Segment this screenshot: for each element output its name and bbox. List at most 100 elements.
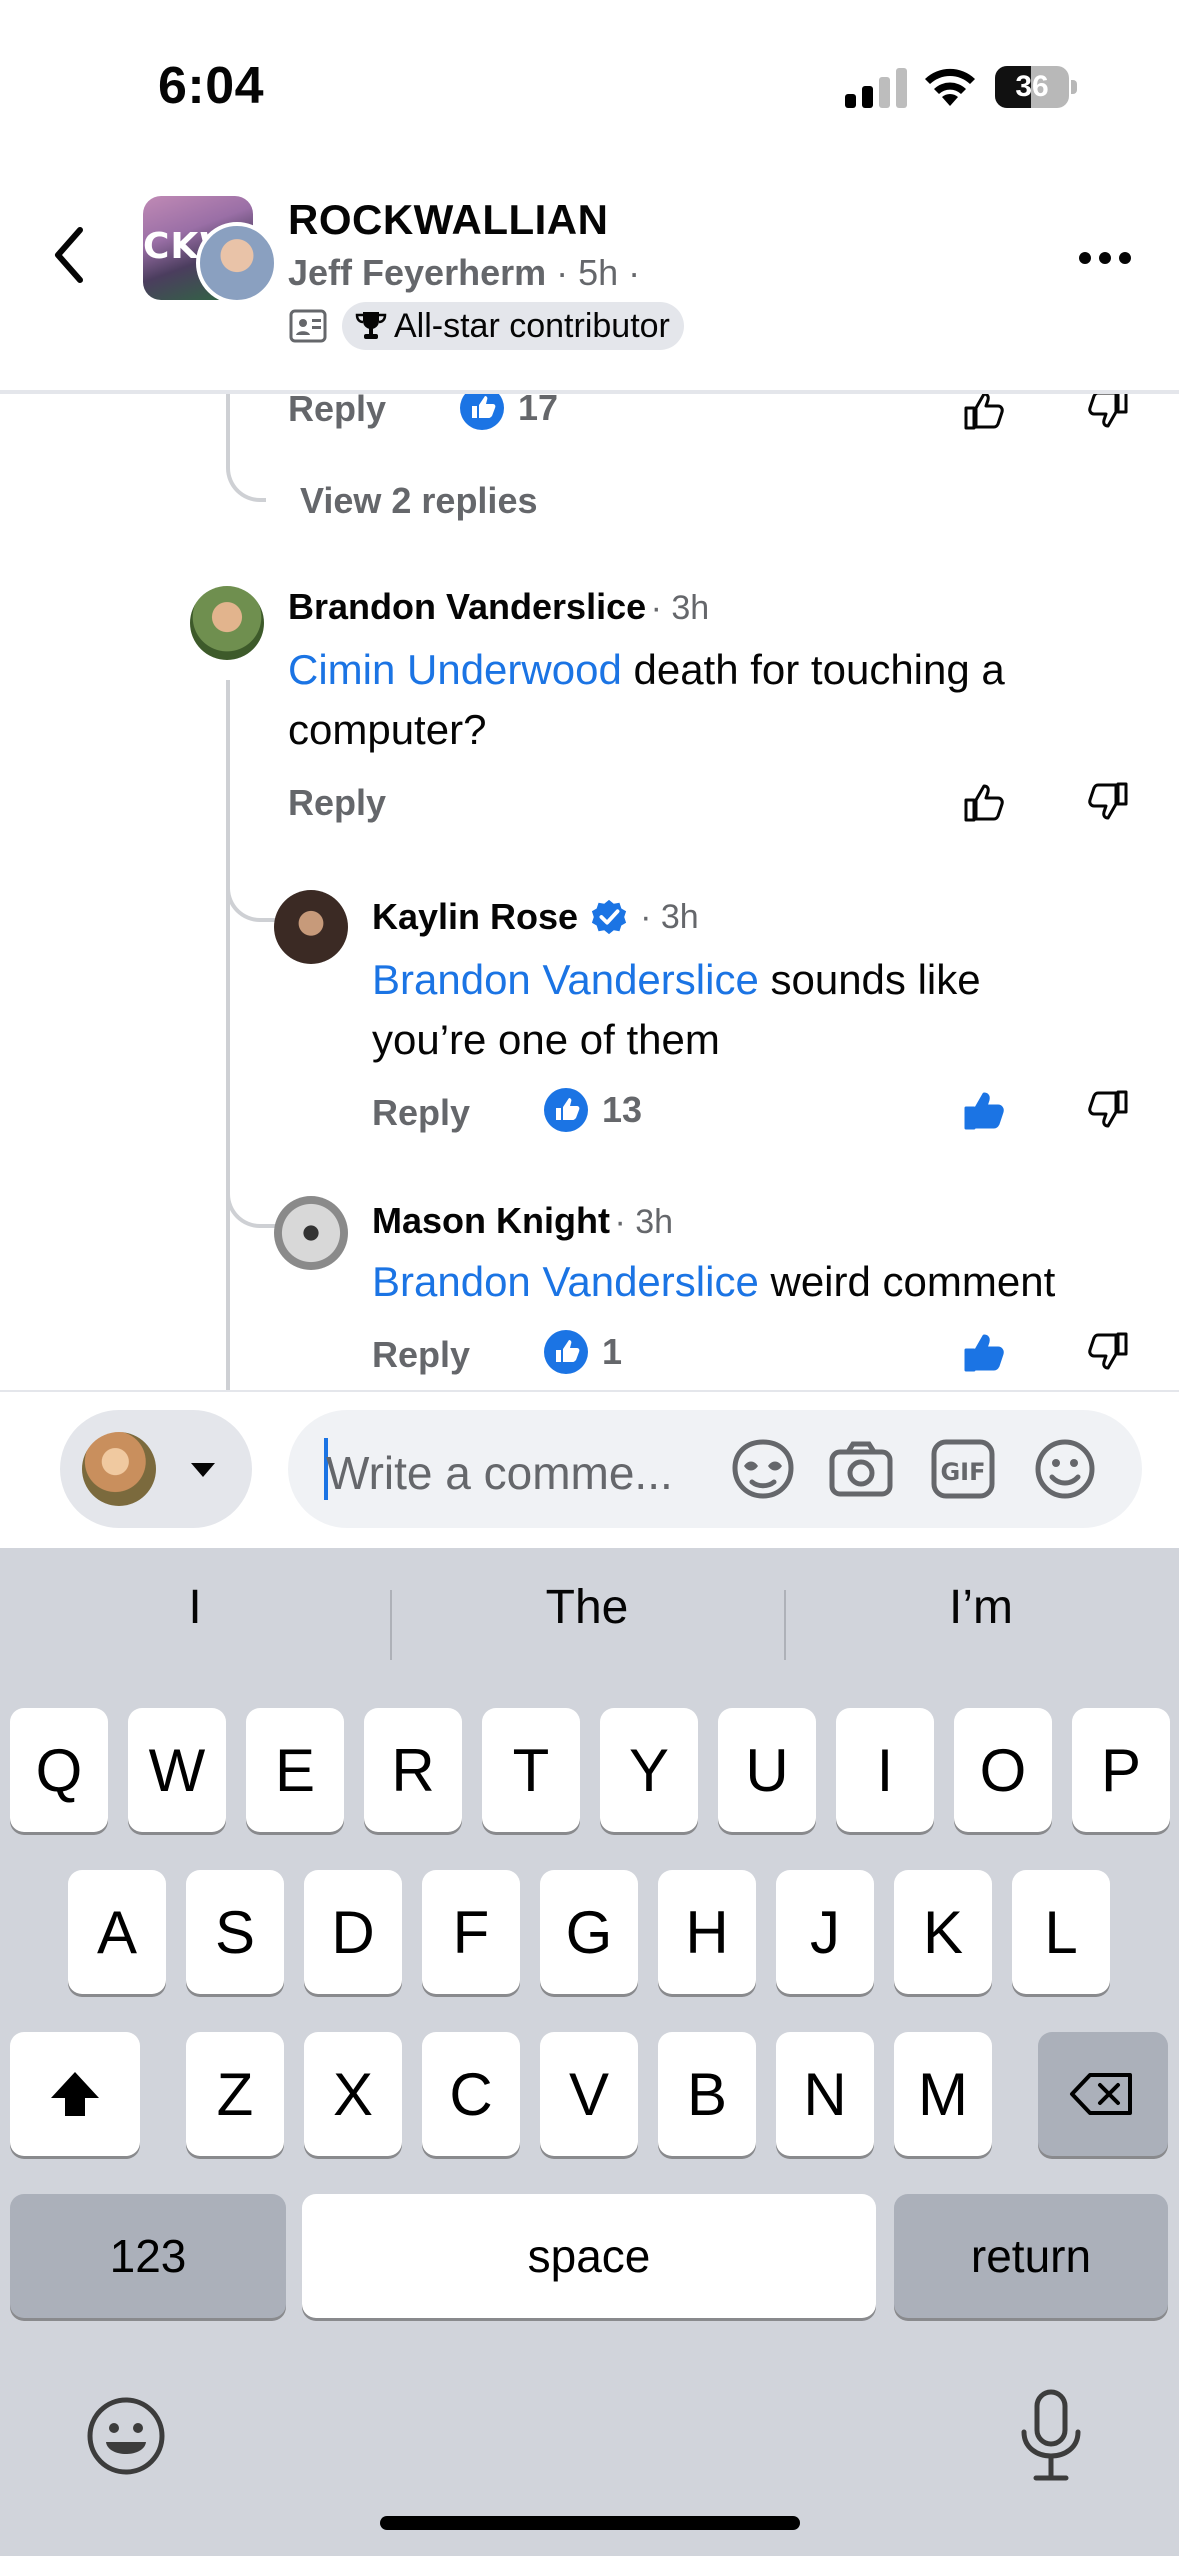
back-arrow-icon[interactable] (44, 220, 94, 290)
key-t[interactable]: T (482, 1708, 580, 1832)
key-h[interactable]: H (658, 1870, 756, 1994)
key-a[interactable]: A (68, 1870, 166, 1994)
like-reaction-icon (544, 1088, 588, 1132)
mention-link[interactable]: Brandon Vanderslice (372, 1258, 759, 1305)
post-author[interactable]: Jeff Feyerherm (288, 252, 546, 293)
key-n[interactable]: N (776, 2032, 874, 2156)
key-l[interactable]: L (1012, 1870, 1110, 1994)
mention-link[interactable]: Brandon Vanderslice (372, 956, 759, 1003)
key-q[interactable]: Q (10, 1708, 108, 1832)
key-x[interactable]: X (304, 2032, 402, 2156)
contributor-badge[interactable]: All-star contributor (342, 302, 684, 350)
comment-time: · 3h (614, 1203, 674, 1241)
key-m[interactable]: M (894, 2032, 992, 2156)
verified-badge-icon (591, 899, 627, 935)
key-f[interactable]: F (422, 1870, 520, 1994)
thumbs-up-icon[interactable] (960, 776, 1012, 828)
mention-link[interactable]: Cimin Underwood (288, 646, 622, 693)
comment-text: Cimin Underwood death for touching a com… (288, 640, 1108, 760)
caret-down-icon (191, 1463, 215, 1477)
reply-button[interactable]: Reply (372, 1334, 470, 1376)
thumbs-down-icon[interactable] (1080, 776, 1132, 828)
svg-text:GIF: GIF (940, 1458, 985, 1486)
profile-switcher[interactable] (60, 1410, 252, 1528)
group-name[interactable]: ROCKWALLIAN (288, 196, 608, 244)
numbers-key[interactable]: 123 (10, 2194, 286, 2318)
key-d[interactable]: D (304, 1870, 402, 1994)
key-o[interactable]: O (954, 1708, 1052, 1832)
key-z[interactable]: Z (186, 2032, 284, 2156)
more-options-icon[interactable] (1075, 248, 1135, 268)
comment-text-line1: death for touching a (621, 646, 1005, 693)
wifi-icon (925, 68, 975, 106)
key-w[interactable]: W (128, 1708, 226, 1832)
post-meta: · 5h · (546, 252, 641, 293)
comment-text-line2: you’re one of them (372, 1016, 720, 1063)
like-count-value: 1 (602, 1331, 623, 1372)
key-c[interactable]: C (422, 2032, 520, 2156)
key-y[interactable]: Y (600, 1708, 698, 1832)
backspace-key[interactable] (1038, 2032, 1168, 2156)
avatar[interactable] (274, 1196, 348, 1270)
space-key[interactable]: space (302, 2194, 876, 2318)
comment-placeholder: Write a comme... (326, 1447, 673, 1499)
author-avatar[interactable] (196, 222, 278, 304)
emoji-keyboard-icon[interactable] (84, 2394, 168, 2478)
like-reaction-icon (544, 1330, 588, 1374)
key-k[interactable]: K (894, 1870, 992, 1994)
thread-line (226, 920, 230, 1390)
return-key[interactable]: return (894, 2194, 1168, 2318)
emoji-icon[interactable] (1030, 1436, 1100, 1502)
comment-author[interactable]: Mason Knight (372, 1200, 610, 1241)
like-count: 1 (542, 1328, 622, 1376)
thumbs-down-icon[interactable] (1080, 1084, 1132, 1136)
battery-level: 36 (1015, 70, 1049, 103)
camera-icon[interactable] (826, 1436, 896, 1502)
key-v[interactable]: V (540, 2032, 638, 2156)
reply-button[interactable]: Reply (288, 388, 386, 430)
key-j[interactable]: J (776, 1870, 874, 1994)
badge-label: All-star contributor (394, 306, 670, 345)
suggestion-2[interactable]: The (392, 1580, 782, 1635)
key-b[interactable]: B (658, 2032, 756, 2156)
like-count-value: 13 (602, 1089, 643, 1130)
comment-time: · 3h (640, 897, 699, 936)
comment-author[interactable]: Brandon Vanderslice (288, 586, 646, 627)
comment-text-line1: sounds like (758, 956, 981, 1003)
group-members-icon (289, 309, 327, 343)
header-divider (0, 392, 1179, 394)
key-p[interactable]: P (1072, 1708, 1170, 1832)
comment-text-line1: weird comment (758, 1258, 1056, 1305)
comment-text-line2: computer? (288, 706, 487, 753)
comment-input[interactable]: Write a comme... GIF (288, 1410, 1142, 1528)
backspace-icon (1070, 2073, 1132, 2115)
avatar[interactable] (274, 890, 348, 964)
comment-text: Brandon Vanderslice sounds like you’re o… (372, 950, 1132, 1070)
comment-time: · 3h (650, 589, 710, 627)
comment-text: Brandon Vanderslice weird comment (372, 1252, 1152, 1312)
thumbs-down-icon[interactable] (1080, 1326, 1132, 1378)
key-s[interactable]: S (186, 1870, 284, 1994)
commenter-avatar (82, 1432, 156, 1506)
suggestion-1[interactable]: I (0, 1580, 390, 1635)
thumbs-up-filled-icon[interactable] (960, 1084, 1012, 1136)
post-author-line: Jeff Feyerherm · 5h · (288, 252, 640, 294)
badge-row: All-star contributor (288, 302, 684, 350)
key-r[interactable]: R (364, 1708, 462, 1832)
key-u[interactable]: U (718, 1708, 816, 1832)
key-g[interactable]: G (540, 1870, 638, 1994)
thumbs-up-filled-icon[interactable] (960, 1326, 1012, 1378)
comment-author[interactable]: Kaylin Rose (372, 896, 578, 938)
thread-connector (226, 440, 266, 502)
avatar-sticker-icon[interactable] (728, 1436, 798, 1502)
avatar[interactable] (190, 586, 264, 660)
key-e[interactable]: E (246, 1708, 344, 1832)
microphone-icon[interactable] (1016, 2388, 1086, 2484)
reply-button[interactable]: Reply (372, 1092, 470, 1134)
reply-button[interactable]: Reply (288, 782, 386, 824)
shift-key[interactable] (10, 2032, 140, 2156)
suggestion-3[interactable]: I’m (786, 1580, 1176, 1635)
key-i[interactable]: I (836, 1708, 934, 1832)
gif-icon[interactable]: GIF (928, 1436, 998, 1502)
view-replies-link[interactable]: View 2 replies (300, 480, 537, 522)
